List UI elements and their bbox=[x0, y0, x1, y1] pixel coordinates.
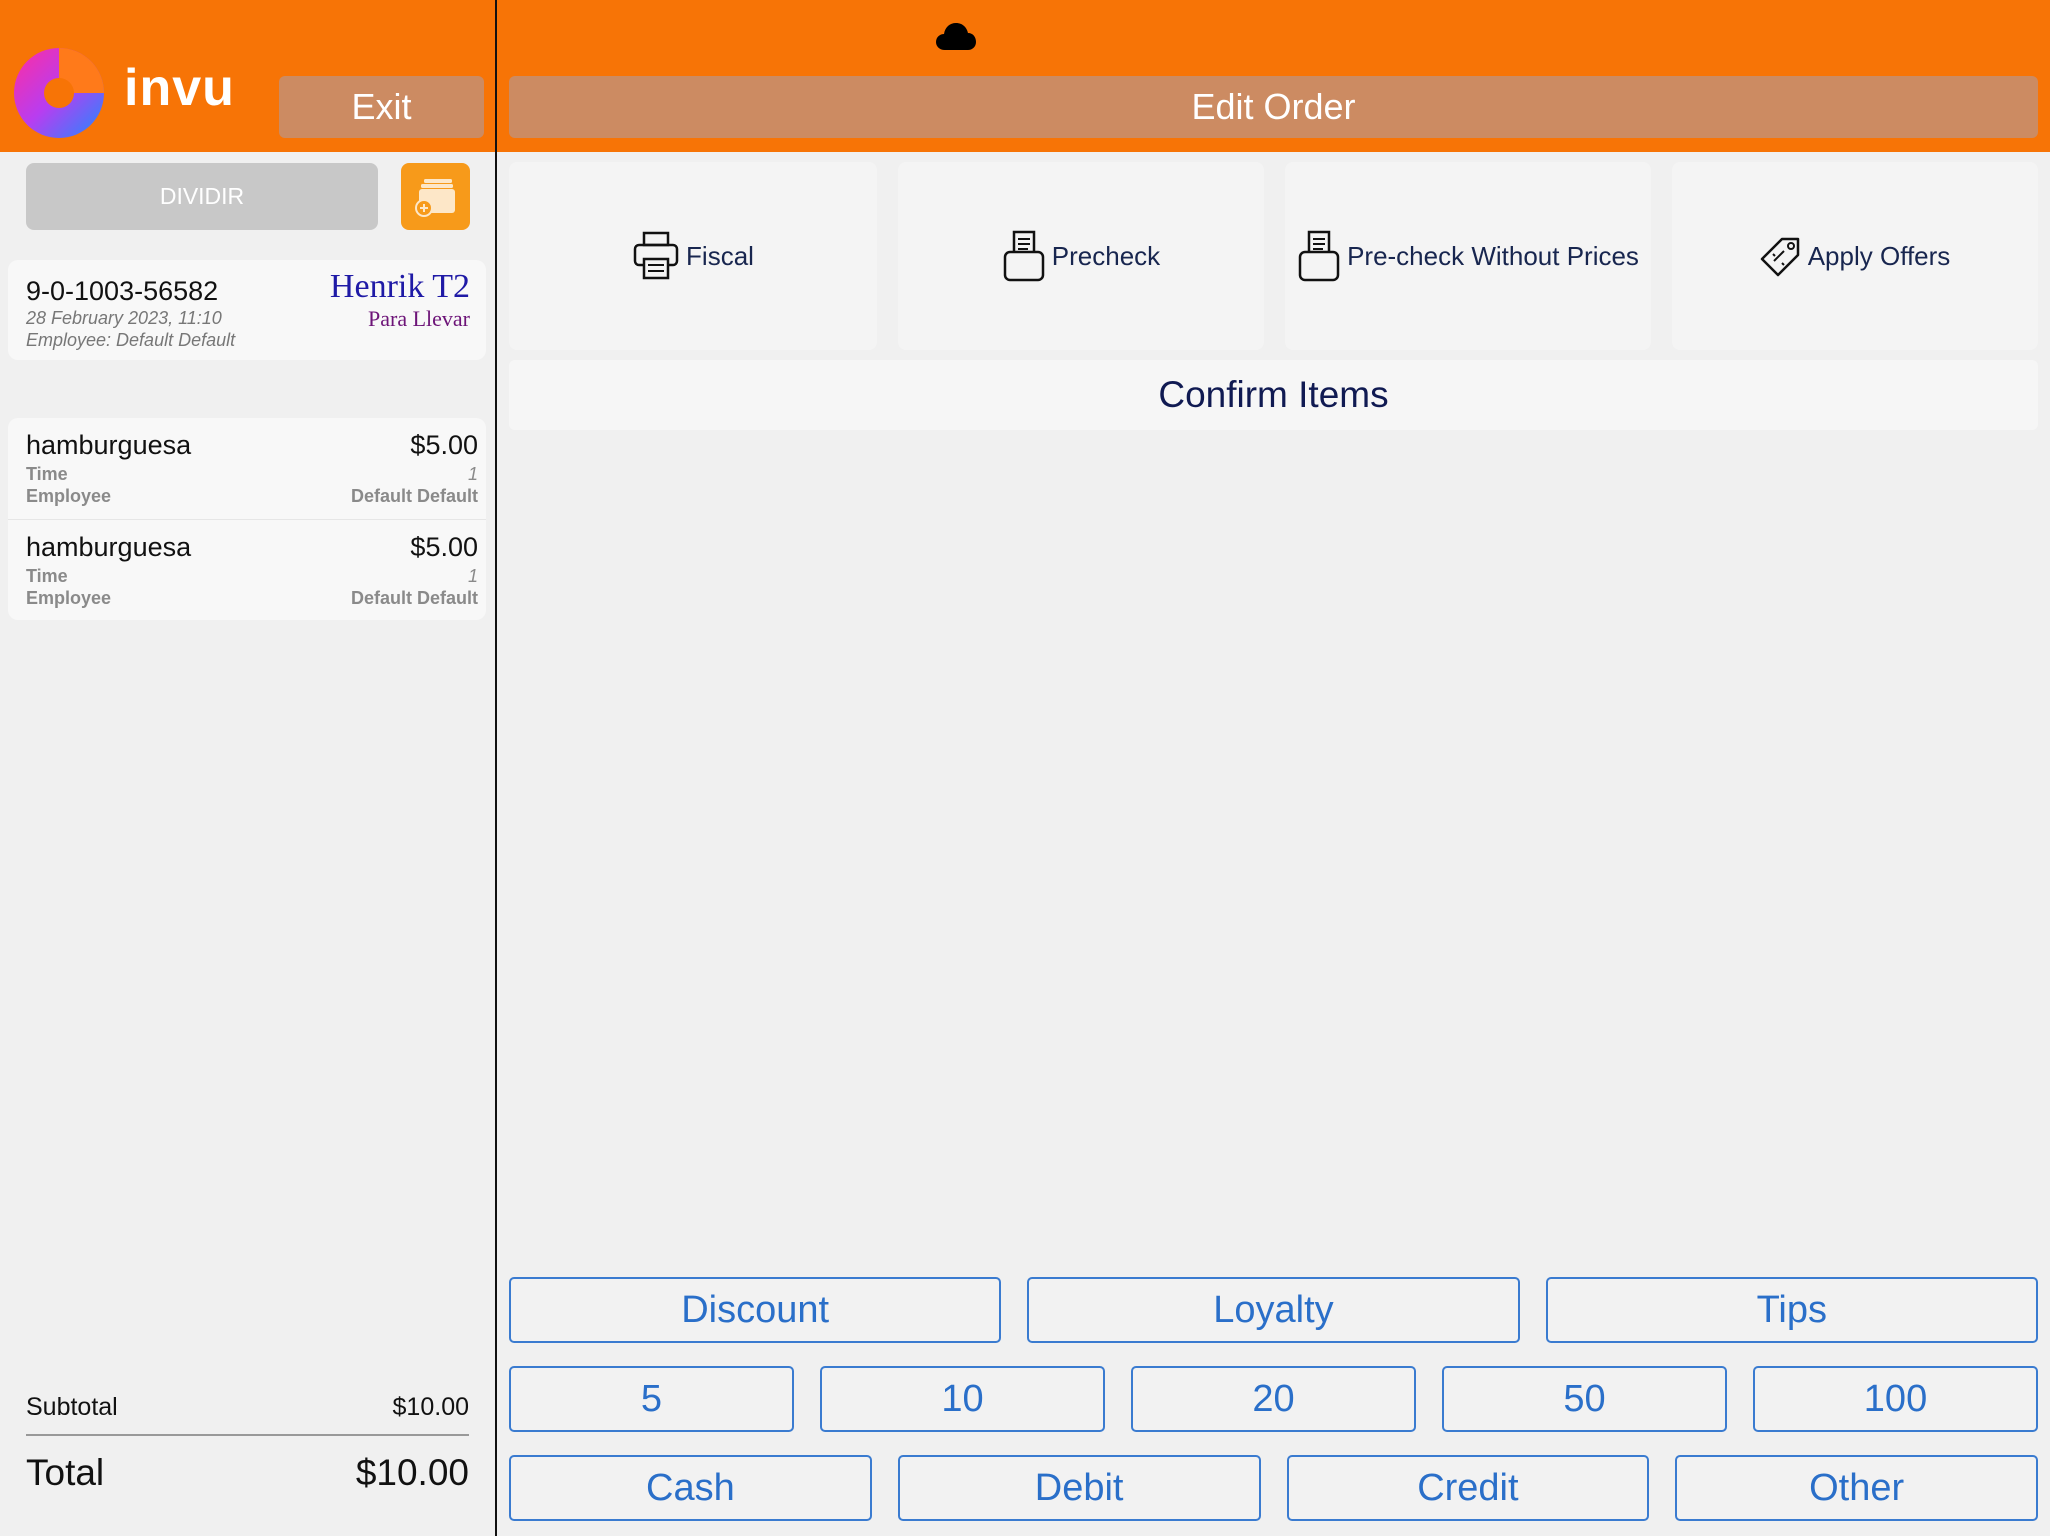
order-customer: Henrik T2 bbox=[329, 268, 470, 305]
item-employee-value: Default Default bbox=[350, 588, 478, 608]
confirm-items-button[interactable]: Confirm Items bbox=[509, 360, 2038, 430]
discount-button[interactable]: Discount bbox=[509, 1277, 1002, 1343]
order-type: Para Llevar bbox=[368, 306, 470, 331]
item-name: hamburguesa bbox=[26, 532, 192, 562]
item-time-value: 1 bbox=[467, 464, 478, 484]
precheck-without-prices-button[interactable]: Pre-check Without Prices bbox=[1285, 162, 1651, 350]
receipt-printer-icon bbox=[1298, 230, 1340, 282]
order-items-list: hamburguesa $5.00 Time 1 Employee Defaul… bbox=[8, 418, 486, 620]
page-title: Edit Order bbox=[509, 76, 2038, 138]
totals-divider bbox=[26, 1434, 469, 1436]
apply-offers-button[interactable]: Apply Offers bbox=[1672, 162, 2038, 350]
modifier-buttons: Discount Loyalty Tips bbox=[509, 1277, 2038, 1343]
item-time-label: Time bbox=[26, 566, 68, 586]
order-info-card[interactable]: 9-0-1003-56582 28 February 2023, 11:10 E… bbox=[8, 260, 486, 360]
amount-50-button[interactable]: 50 bbox=[1442, 1366, 1727, 1432]
add-split-button[interactable] bbox=[401, 163, 470, 230]
subtotal-label: Subtotal bbox=[26, 1393, 118, 1421]
apply-offers-label: Apply Offers bbox=[1807, 240, 1951, 271]
total-value: $10.00 bbox=[355, 1452, 469, 1493]
precheck-without-prices-label: Pre-check Without Prices bbox=[1347, 240, 1639, 271]
item-price: $5.00 bbox=[410, 532, 478, 562]
item-price: $5.00 bbox=[410, 430, 478, 460]
debit-button[interactable]: Debit bbox=[897, 1455, 1261, 1521]
tips-button[interactable]: Tips bbox=[1545, 1277, 2038, 1343]
item-employee-label: Employee bbox=[26, 588, 112, 608]
subtotal-value: $10.00 bbox=[392, 1393, 469, 1421]
item-time-value: 1 bbox=[467, 566, 478, 586]
amount-10-button[interactable]: 10 bbox=[820, 1366, 1105, 1432]
order-employee: Employee: Default Default bbox=[26, 330, 236, 350]
exit-button[interactable]: Exit bbox=[279, 76, 484, 138]
payment-method-buttons: Cash Debit Credit Other bbox=[509, 1455, 2038, 1521]
item-employee-label: Employee bbox=[26, 486, 112, 506]
split-order-button[interactable]: DIVIDIR bbox=[26, 163, 378, 230]
amount-100-button[interactable]: 100 bbox=[1753, 1366, 2038, 1432]
left-header: invu Exit bbox=[0, 0, 495, 152]
edit-order-panel: Edit Order Fiscal Precheck Pre-check Wit… bbox=[497, 0, 2050, 1536]
amount-5-button[interactable]: 5 bbox=[509, 1366, 794, 1432]
total-label: Total bbox=[26, 1452, 105, 1493]
right-header: Edit Order bbox=[497, 0, 2050, 152]
quick-amount-buttons: 5 10 20 50 100 bbox=[509, 1366, 2038, 1432]
item-name: hamburguesa bbox=[26, 430, 192, 460]
fiscal-button[interactable]: Fiscal bbox=[509, 162, 877, 350]
receipt-printer-icon bbox=[1003, 230, 1045, 282]
cloud-icon bbox=[936, 23, 976, 50]
stack-add-icon bbox=[414, 178, 455, 217]
precheck-button[interactable]: Precheck bbox=[898, 162, 1264, 350]
order-date: 28 February 2023, 11:10 bbox=[26, 308, 222, 328]
fiscal-label: Fiscal bbox=[686, 240, 754, 271]
list-item[interactable]: hamburguesa $5.00 Time 1 Employee Defaul… bbox=[8, 418, 486, 518]
brand-name: invu bbox=[124, 59, 235, 117]
other-payment-button[interactable]: Other bbox=[1675, 1455, 2038, 1521]
cash-button[interactable]: Cash bbox=[509, 1455, 872, 1521]
item-employee-value: Default Default bbox=[350, 486, 478, 506]
order-number: 9-0-1003-56582 bbox=[26, 276, 219, 306]
invu-logo-icon bbox=[14, 48, 104, 138]
order-summary-panel: invu Exit DIVIDIR 9-0-1003-56582 28 Febr… bbox=[0, 0, 495, 1536]
amount-20-button[interactable]: 20 bbox=[1131, 1366, 1416, 1432]
loyalty-button[interactable]: Loyalty bbox=[1027, 1277, 1520, 1343]
printer-icon bbox=[633, 231, 679, 280]
price-tag-icon bbox=[1760, 237, 1799, 277]
precheck-label: Precheck bbox=[1051, 240, 1161, 271]
item-time-label: Time bbox=[26, 464, 68, 484]
list-item[interactable]: hamburguesa $5.00 Time 1 Employee Defaul… bbox=[8, 519, 486, 619]
credit-button[interactable]: Credit bbox=[1286, 1455, 1650, 1521]
